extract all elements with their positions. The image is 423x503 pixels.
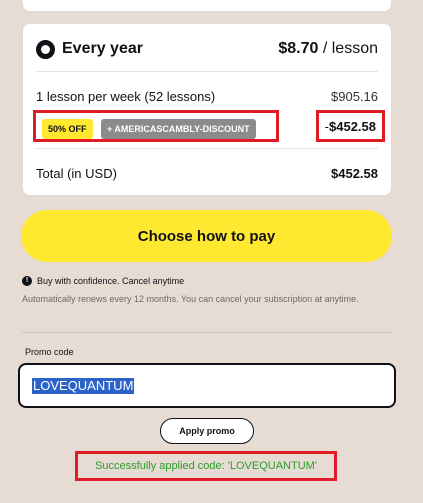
- confidence-text: Buy with confidence. Cancel anytime: [37, 276, 185, 286]
- lessons-label: 1 lesson per week (52 lessons): [36, 88, 216, 104]
- plan-price-value: $8.70: [278, 40, 319, 57]
- divider: [36, 71, 378, 72]
- plan-header: Every year $8.70 / lesson: [36, 38, 378, 60]
- promo-code-input[interactable]: LOVEQUANTUM: [32, 377, 135, 394]
- checkout-panel: Every year $8.70 / lesson 1 lesson per w…: [0, 0, 423, 503]
- lessons-amount: $905.16: [331, 88, 378, 104]
- plan-price-unit: / lesson: [322, 40, 378, 57]
- promo-code-label: Promo code: [25, 347, 74, 357]
- total-amount: $452.58: [331, 165, 378, 181]
- plan-name: Every year: [62, 40, 143, 57]
- plan-price: $8.70 / lesson: [278, 40, 378, 58]
- discount-value: $452.58: [329, 119, 376, 134]
- previous-plan-card[interactable]: [22, 0, 392, 12]
- info-icon: !: [22, 276, 32, 286]
- promo-code-field[interactable]: LOVEQUANTUM: [18, 363, 396, 408]
- divider: [36, 148, 378, 149]
- yearly-plan-card[interactable]: Every year $8.70 / lesson 1 lesson per w…: [22, 23, 392, 196]
- badge-highlight-box: 50% OFF + AMERICASCAMBLY-DISCOUNT: [33, 110, 279, 142]
- total-row: Total (in USD) $452.58: [36, 164, 378, 182]
- renewal-note: Automatically renews every 12 months. Yo…: [22, 294, 359, 304]
- choose-how-to-pay-button[interactable]: Choose how to pay: [21, 210, 392, 262]
- divider: [22, 332, 392, 333]
- apply-promo-button[interactable]: Apply promo: [160, 418, 254, 444]
- plan-radio-selected[interactable]: [36, 39, 55, 59]
- success-highlight-box: Successfully applied code: 'LOVEQUANTUM': [75, 451, 337, 481]
- discount-badge: 50% OFF: [42, 119, 93, 139]
- promo-code-badge: + AMERICASCAMBLY-DISCOUNT: [101, 119, 256, 139]
- discount-highlight-box: -$452.58: [316, 110, 385, 142]
- total-label: Total (in USD): [36, 165, 117, 181]
- discount-amount: -$452.58: [325, 119, 376, 134]
- confidence-note: ! Buy with confidence. Cancel anytime: [22, 276, 392, 286]
- lessons-row: 1 lesson per week (52 lessons) $905.16: [36, 87, 378, 105]
- discount-row: 50% OFF + AMERICASCAMBLY-DISCOUNT -$452.…: [29, 110, 385, 142]
- promo-success-message: Successfully applied code: 'LOVEQUANTUM': [95, 460, 317, 472]
